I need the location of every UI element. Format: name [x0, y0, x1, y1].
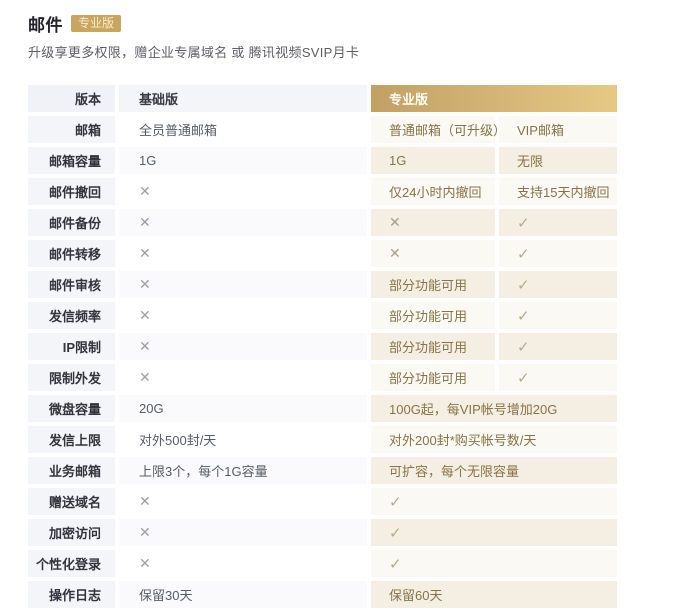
pro-cell-vip: ✓: [499, 209, 617, 236]
row-label: 限制外发: [28, 364, 115, 391]
row-label: 邮箱容量: [28, 147, 115, 174]
basic-cell: ✕: [119, 178, 367, 205]
pro-cell-span: 保留60天: [371, 581, 617, 608]
pro-cell-standard: 仅24小时内撤回: [371, 178, 495, 205]
pricing-comparison-page: 邮件 专业版 升级享更多权限，赠企业专属域名 或 腾讯视频SVIP月卡 版本 基…: [0, 0, 678, 608]
pro-cell-vip: VIP邮箱: [499, 116, 617, 143]
pro-cell-standard: 部分功能可用: [371, 364, 495, 391]
header-pro-edition: 专业版: [371, 85, 617, 112]
pro-cell-vip: ✓: [499, 240, 617, 267]
basic-cell: ✕: [119, 271, 367, 298]
pro-cell-vip: ✓: [499, 271, 617, 298]
header-version-label: 版本: [28, 85, 115, 112]
upgrade-subtitle: 升级享更多权限，赠企业专属域名 或 腾讯视频SVIP月卡: [28, 42, 678, 61]
row-label: 邮件撤回: [28, 178, 115, 205]
pro-cell-span: 对外200封*购买帐号数/天: [371, 426, 617, 453]
pro-cell-standard: 部分功能可用: [371, 271, 495, 298]
pro-cell-standard: 1G: [371, 147, 495, 174]
pro-cell-span: 可扩容，每个无限容量: [371, 457, 617, 484]
pro-cell-standard: 部分功能可用: [371, 333, 495, 360]
pro-cell-span: ✓: [371, 488, 617, 515]
basic-cell: 保留30天: [119, 581, 367, 608]
row-label: 发信频率: [28, 302, 115, 329]
pro-cell-vip: ✓: [499, 364, 617, 391]
row-label: 赠送域名: [28, 488, 115, 515]
basic-cell: ✕: [119, 488, 367, 515]
basic-cell: ✕: [119, 209, 367, 236]
row-label: IP限制: [28, 333, 115, 360]
comparison-table: 版本 基础版 专业版 邮箱全员普通邮箱普通邮箱（可升级）VIP邮箱邮箱容量1G1…: [28, 85, 621, 608]
basic-cell: ✕: [119, 550, 367, 577]
basic-cell: 对外500封/天: [119, 426, 367, 453]
pro-cell-span: 100G起，每VIP帐号增加20G: [371, 395, 617, 422]
pro-cell-standard: ✕: [371, 209, 495, 236]
row-label: 微盘容量: [28, 395, 115, 422]
basic-cell: ✕: [119, 240, 367, 267]
basic-cell: ✕: [119, 519, 367, 546]
row-label: 业务邮箱: [28, 457, 115, 484]
header-basic-edition: 基础版: [119, 85, 367, 112]
row-label: 邮件备份: [28, 209, 115, 236]
basic-cell: ✕: [119, 302, 367, 329]
basic-cell: ✕: [119, 364, 367, 391]
basic-cell: ✕: [119, 333, 367, 360]
pro-cell-standard: 普通邮箱（可升级）: [371, 116, 495, 143]
row-label: 操作日志: [28, 581, 115, 608]
pro-cell-standard: ✕: [371, 240, 495, 267]
row-label: 邮件审核: [28, 271, 115, 298]
pro-cell-vip: 支持15天内撤回: [499, 178, 617, 205]
basic-cell: 20G: [119, 395, 367, 422]
pro-cell-standard: 部分功能可用: [371, 302, 495, 329]
row-label: 发信上限: [28, 426, 115, 453]
row-label: 邮箱: [28, 116, 115, 143]
page-header: 邮件 专业版: [28, 11, 678, 35]
pro-cell-vip: ✓: [499, 333, 617, 360]
row-label: 邮件转移: [28, 240, 115, 267]
pro-cell-span: ✓: [371, 519, 617, 546]
pro-badge: 专业版: [71, 15, 121, 32]
row-label: 加密访问: [28, 519, 115, 546]
basic-cell: 1G: [119, 147, 367, 174]
pro-cell-vip: ✓: [499, 302, 617, 329]
page-title: 邮件: [28, 11, 63, 36]
basic-cell: 上限3个，每个1G容量: [119, 457, 367, 484]
pro-cell-vip: 无限: [499, 147, 617, 174]
pro-cell-span: ✓: [371, 550, 617, 577]
row-label: 个性化登录: [28, 550, 115, 577]
basic-cell: 全员普通邮箱: [119, 116, 367, 143]
